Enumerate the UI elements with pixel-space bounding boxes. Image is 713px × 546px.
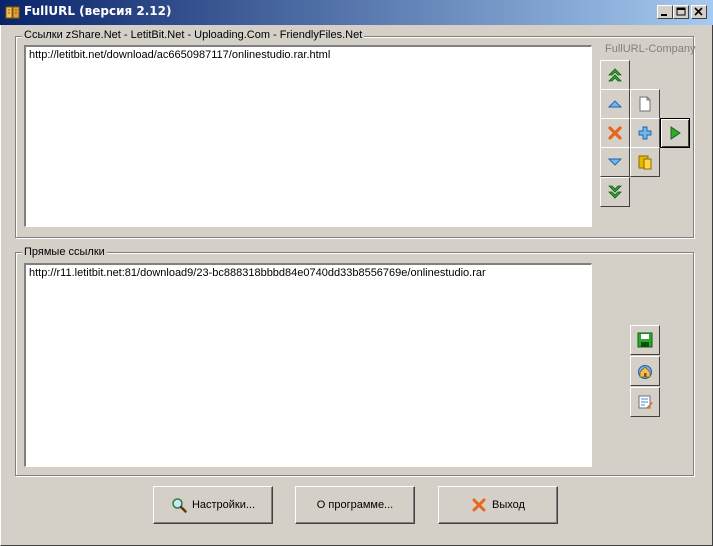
new-icon [639,96,651,112]
move-top-button[interactable] [600,60,630,90]
search-icon [172,498,187,513]
move-top-icon [608,68,622,82]
save-button[interactable] [630,325,660,355]
direct-links-memo-text: http://r11.letitbit.net:81/download9/23-… [29,267,486,279]
close-button[interactable] [691,5,707,19]
edit-icon [638,395,653,409]
move-up-button[interactable] [600,89,630,119]
move-up-icon [607,100,623,108]
move-down-button[interactable] [600,147,630,177]
about-button[interactable]: О программе... [295,486,415,524]
close-icon [694,7,703,16]
links-memo[interactable]: http://letitbit.net/download/ac665098711… [24,45,592,227]
delete-icon [608,126,622,140]
new-button[interactable] [630,89,660,119]
exit-button[interactable]: Выход [438,486,558,524]
minimize-icon [661,14,667,16]
links-memo-text: http://letitbit.net/download/ac665098711… [29,49,331,61]
title-bar: FullURL (версия 2.12) [0,0,713,25]
home-icon [638,365,652,379]
direct-group-label: Прямые ссылки [22,246,107,258]
paste-button[interactable] [630,147,660,177]
exit-button-label: Выход [492,499,525,511]
home-button[interactable] [630,356,660,386]
maximize-icon [676,7,686,16]
links-group-label: Ссылки zShare.Net - LetitBit.Net - Uploa… [22,29,365,41]
paste-icon [638,155,652,170]
add-button[interactable] [630,118,660,148]
minimize-button[interactable] [657,5,673,19]
settings-button[interactable]: Настройки... [153,486,273,524]
add-icon [638,126,652,140]
delete-button[interactable] [600,118,630,148]
settings-button-label: Настройки... [191,499,256,511]
direct-links-memo[interactable]: http://r11.letitbit.net:81/download9/23-… [24,263,592,467]
save-icon [637,332,653,348]
run-button[interactable] [660,118,690,148]
edit-button[interactable] [630,387,660,417]
move-bottom-icon [608,185,622,199]
move-bottom-button[interactable] [600,177,630,207]
window-title: FullURL (версия 2.12) [24,4,172,18]
maximize-button[interactable] [673,5,689,19]
run-icon [670,126,681,140]
close-x-icon [472,498,486,512]
move-down-icon [607,158,623,166]
app-icon [5,6,20,19]
about-button-label: О программе... [316,499,394,511]
company-label: FullURL-Company [605,43,696,55]
